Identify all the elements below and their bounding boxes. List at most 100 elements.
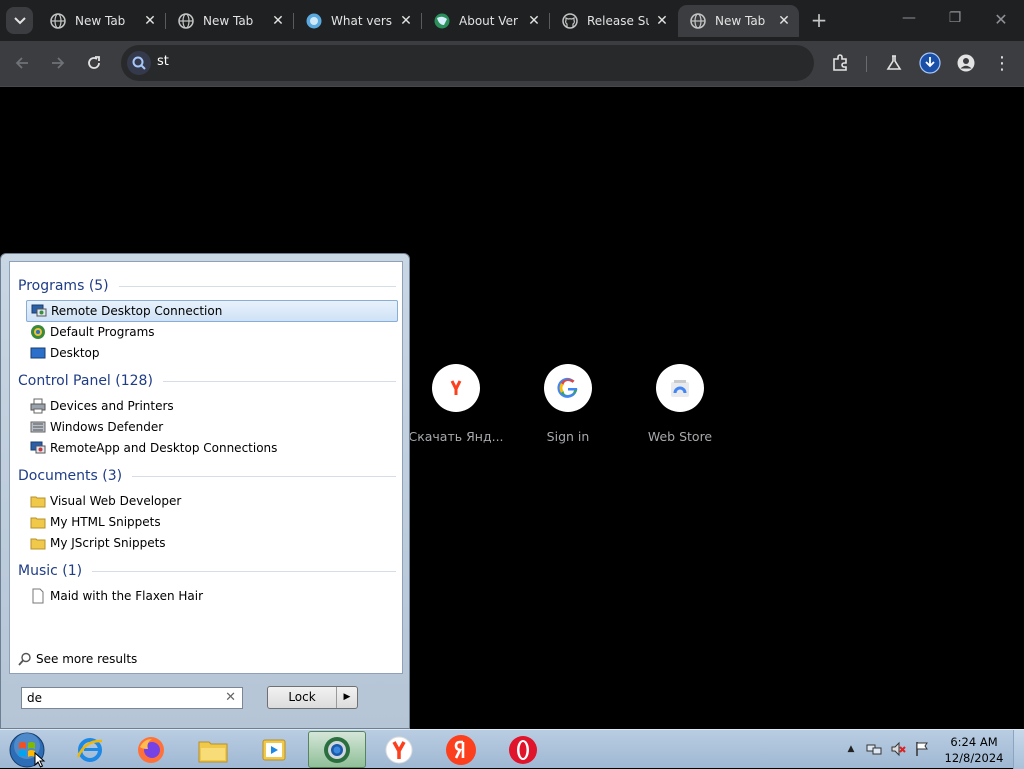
tab-3[interactable]: What versi ✕ bbox=[294, 5, 421, 37]
taskbar-opera[interactable] bbox=[495, 731, 550, 768]
clear-icon[interactable]: ✕ bbox=[225, 690, 236, 705]
back-button[interactable] bbox=[10, 51, 34, 75]
globe-icon bbox=[50, 13, 66, 29]
close-icon[interactable]: ✕ bbox=[525, 12, 543, 30]
system-clock[interactable]: 6:24 AM 12/8/2024 bbox=[944, 734, 1004, 766]
reload-icon bbox=[88, 56, 100, 69]
see-more-results-link[interactable]: See more results bbox=[18, 652, 137, 666]
close-icon[interactable]: ✕ bbox=[653, 12, 671, 30]
result-label: Default Programs bbox=[50, 325, 155, 339]
section-heading[interactable]: Programs (5) bbox=[18, 278, 109, 294]
chevron-down-icon bbox=[13, 16, 26, 24]
result-label: Visual Web Developer bbox=[50, 494, 182, 508]
result-remote-desktop-connection[interactable]: Remote Desktop Connection bbox=[26, 300, 398, 322]
chrome-icon bbox=[324, 736, 350, 763]
taskbar-file-explorer[interactable] bbox=[185, 731, 240, 768]
start-search-input[interactable]: de ✕ bbox=[21, 687, 243, 709]
result-maid-with-the-flaxen-hair[interactable]: Maid with the Flaxen Hair bbox=[26, 585, 398, 607]
result-desktop[interactable]: Desktop bbox=[26, 342, 398, 364]
network-icon[interactable] bbox=[866, 741, 882, 757]
taskbar-chrome-active[interactable] bbox=[308, 731, 366, 768]
result-remoteapp-connections[interactable]: RemoteApp and Desktop Connections bbox=[26, 437, 398, 459]
result-devices-and-printers[interactable]: Devices and Printers bbox=[26, 395, 398, 417]
window-close-button[interactable]: ✕ bbox=[989, 10, 1013, 30]
section-control-panel: Control Panel (128) bbox=[18, 371, 396, 391]
section-heading[interactable]: Documents (3) bbox=[18, 468, 122, 484]
taskbar-firefox[interactable] bbox=[123, 731, 178, 768]
result-windows-defender[interactable]: Windows Defender bbox=[26, 416, 398, 438]
section-programs: Programs (5) bbox=[18, 276, 396, 296]
menu-kebab-icon[interactable]: ⋮ bbox=[991, 52, 1013, 74]
taskbar-yandex[interactable] bbox=[433, 731, 488, 768]
magnifier-icon bbox=[18, 652, 32, 666]
result-visual-web-developer[interactable]: Visual Web Developer bbox=[26, 490, 398, 512]
tab-title: What versi bbox=[331, 14, 393, 28]
section-heading[interactable]: Control Panel (128) bbox=[18, 373, 153, 389]
taskbar-media-player[interactable] bbox=[246, 731, 301, 768]
shortcut-web-store[interactable]: Web Store bbox=[632, 364, 728, 444]
google-icon bbox=[544, 364, 592, 412]
close-icon[interactable]: ✕ bbox=[269, 12, 287, 30]
labs-flask-icon[interactable] bbox=[883, 52, 905, 74]
new-tab-button[interactable]: + bbox=[808, 10, 830, 32]
shortcut-label: Sign in bbox=[546, 429, 590, 444]
tab-1[interactable]: New Tab ✕ bbox=[38, 5, 165, 37]
tab-5[interactable]: Release Su ✕ bbox=[550, 5, 677, 37]
shortcut-yandex[interactable]: Скачать Янд... bbox=[408, 364, 504, 444]
show-desktop-button[interactable] bbox=[1013, 730, 1024, 769]
address-bar[interactable]: st bbox=[121, 45, 814, 81]
tab-6-active[interactable]: New Tab ✕ bbox=[678, 5, 799, 37]
download-icon[interactable] bbox=[919, 52, 941, 74]
minimize-button[interactable]: — bbox=[897, 10, 921, 30]
tab-search-dropdown[interactable] bbox=[6, 7, 33, 34]
result-my-jscript-snippets[interactable]: My JScript Snippets bbox=[26, 532, 398, 554]
chevron-right-icon[interactable]: ▶ bbox=[336, 687, 357, 708]
file-explorer-icon bbox=[198, 741, 227, 762]
taskbar-yandex-browser[interactable] bbox=[371, 731, 426, 768]
tab-2[interactable]: New Tab ✕ bbox=[166, 5, 293, 37]
profile-icon[interactable] bbox=[955, 52, 977, 74]
result-label: Devices and Printers bbox=[50, 399, 174, 413]
lock-button[interactable]: Lock ▶ bbox=[267, 686, 358, 709]
section-heading[interactable]: Music (1) bbox=[18, 563, 82, 579]
see-more-label: See more results bbox=[36, 652, 138, 666]
tab-4[interactable]: About Ver ✕ bbox=[422, 5, 549, 37]
result-default-programs[interactable]: Default Programs bbox=[26, 321, 398, 343]
result-label: My JScript Snippets bbox=[50, 536, 166, 550]
search-icon bbox=[127, 51, 151, 75]
toolbar-border bbox=[0, 86, 1024, 87]
extensions-icon[interactable] bbox=[829, 52, 851, 74]
remoteapp-icon bbox=[30, 440, 46, 456]
github-icon bbox=[562, 13, 578, 29]
forward-button[interactable] bbox=[46, 51, 70, 75]
yandex-icon bbox=[432, 364, 480, 412]
result-my-html-snippets[interactable]: My HTML Snippets bbox=[26, 511, 398, 533]
result-label: Maid with the Flaxen Hair bbox=[50, 589, 204, 603]
result-label: My HTML Snippets bbox=[50, 515, 161, 529]
yandex-browser-icon bbox=[385, 736, 412, 763]
close-icon[interactable]: ✕ bbox=[141, 12, 159, 30]
restore-button[interactable]: ❐ bbox=[943, 10, 967, 30]
mouse-cursor-icon bbox=[34, 752, 46, 768]
close-icon[interactable]: ✕ bbox=[397, 12, 415, 30]
remote-desktop-icon bbox=[31, 303, 47, 319]
tab-title: About Ver bbox=[459, 14, 518, 28]
clock-time: 6:24 AM bbox=[950, 735, 998, 749]
tab-title: New Tab bbox=[203, 14, 254, 28]
arrow-right-icon bbox=[52, 57, 65, 69]
taskbar-internet-explorer[interactable] bbox=[62, 731, 117, 768]
tab-title: New Tab bbox=[75, 14, 126, 28]
chrome-globe-icon bbox=[434, 13, 450, 29]
desktop-icon bbox=[30, 345, 46, 361]
tab-title: New Tab bbox=[715, 14, 766, 28]
action-center-flag-icon[interactable] bbox=[914, 741, 930, 757]
show-hidden-icons-chevron-up-icon[interactable]: ▲ bbox=[843, 741, 859, 757]
result-label: Windows Defender bbox=[50, 420, 164, 434]
reload-button[interactable] bbox=[82, 51, 106, 75]
volume-muted-icon[interactable] bbox=[890, 741, 906, 757]
close-icon[interactable]: ✕ bbox=[775, 12, 793, 30]
shortcut-sign-in[interactable]: Sign in bbox=[520, 364, 616, 444]
folder-icon bbox=[30, 514, 46, 530]
tab-strip: New Tab ✕ New Tab ✕ What versi ✕ About V… bbox=[0, 0, 1024, 41]
folder-icon bbox=[30, 535, 46, 551]
